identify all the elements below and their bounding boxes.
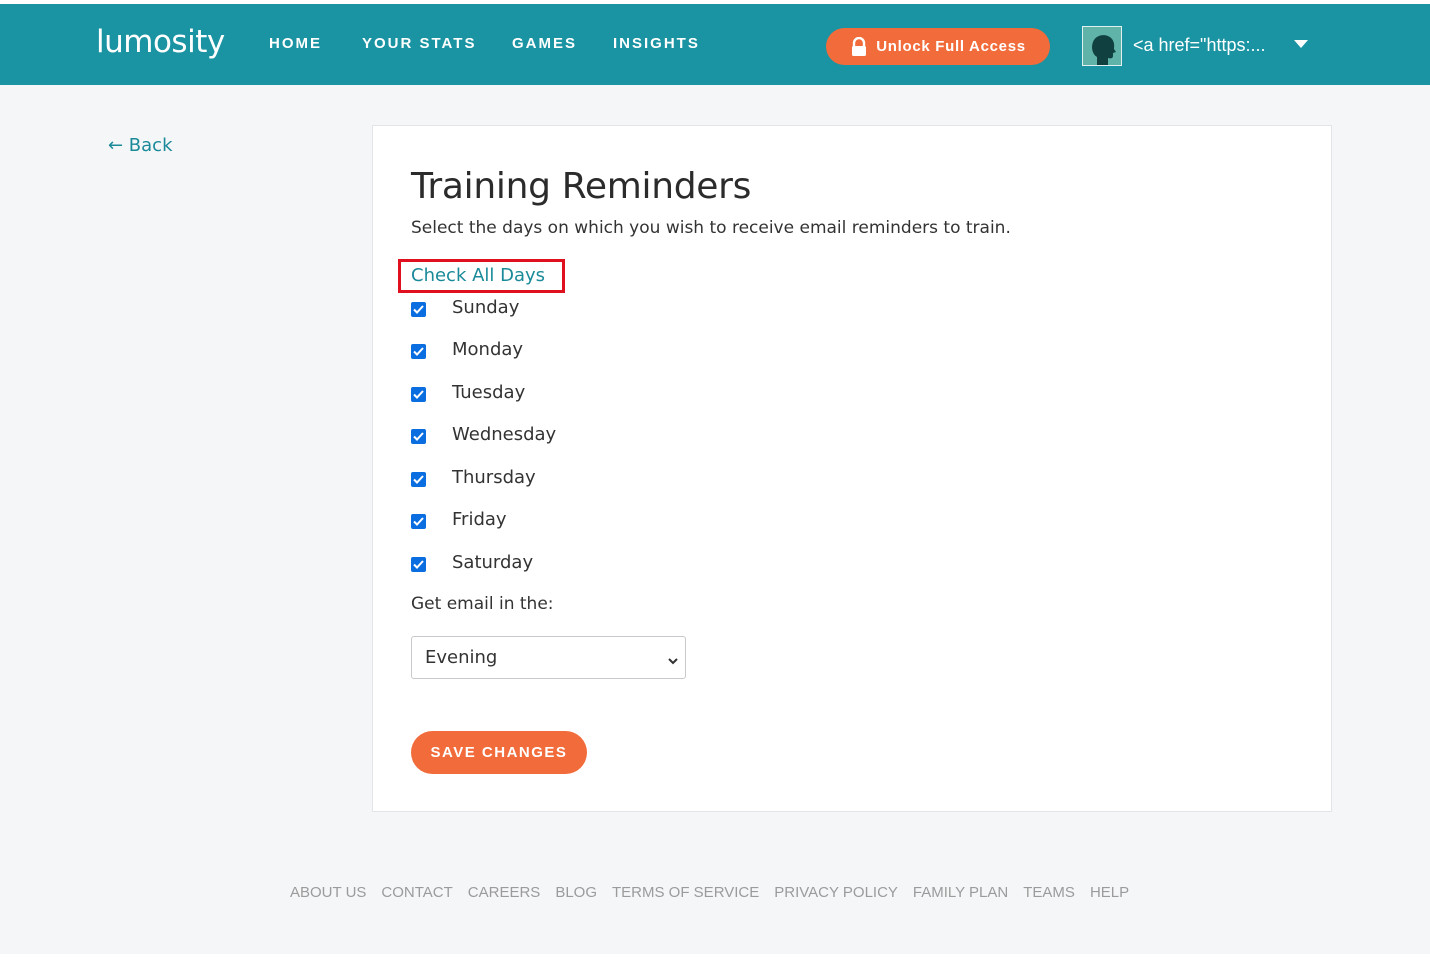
day-row-monday: Monday bbox=[411, 339, 523, 363]
email-time-value: Evening bbox=[425, 647, 498, 668]
day-label: Tuesday bbox=[452, 382, 526, 403]
day-row-tuesday: Tuesday bbox=[411, 382, 525, 406]
checkmark-icon bbox=[413, 304, 424, 314]
footer-terms[interactable]: TERMS OF SERVICE bbox=[612, 884, 759, 901]
head-silhouette-icon bbox=[1083, 27, 1121, 65]
back-link[interactable]: ← Back bbox=[108, 135, 173, 156]
checkmark-icon bbox=[413, 389, 424, 399]
day-label: Thursday bbox=[452, 467, 536, 488]
nav-home[interactable]: HOME bbox=[269, 35, 322, 52]
day-label: Saturday bbox=[452, 552, 534, 573]
footer-teams[interactable]: TEAMS bbox=[1023, 884, 1075, 901]
checkmark-icon bbox=[413, 559, 424, 569]
day-row-friday: Friday bbox=[411, 509, 507, 533]
email-time-label: Get email in the: bbox=[411, 594, 554, 614]
checkmark-icon bbox=[413, 516, 424, 526]
day-row-sunday: Sunday bbox=[411, 297, 519, 321]
save-changes-button[interactable]: SAVE CHANGES bbox=[411, 731, 587, 774]
chevron-down-icon[interactable] bbox=[1294, 40, 1308, 48]
footer-about-us[interactable]: ABOUT US bbox=[290, 884, 366, 901]
checkmark-icon bbox=[413, 431, 424, 441]
day-label: Wednesday bbox=[452, 424, 557, 445]
chevron-down-icon bbox=[667, 652, 679, 665]
footer-contact[interactable]: CONTACT bbox=[381, 884, 452, 901]
top-navbar: lumosity HOME YOUR STATS GAMES INSIGHTS … bbox=[0, 4, 1430, 85]
day-label: Friday bbox=[452, 509, 507, 530]
monday-checkbox[interactable] bbox=[411, 343, 426, 359]
footer-blog[interactable]: BLOG bbox=[555, 884, 597, 901]
friday-checkbox[interactable] bbox=[411, 513, 426, 529]
checkmark-icon bbox=[413, 474, 424, 484]
thursday-checkbox[interactable] bbox=[411, 471, 426, 487]
nav-games[interactable]: GAMES bbox=[512, 35, 577, 52]
saturday-checkbox[interactable] bbox=[411, 556, 426, 572]
footer-links: ABOUT US CONTACT CAREERS BLOG TERMS OF S… bbox=[290, 884, 1144, 901]
footer-careers[interactable]: CAREERS bbox=[468, 884, 541, 901]
nav-insights[interactable]: INSIGHTS bbox=[613, 35, 700, 52]
footer-help[interactable]: HELP bbox=[1090, 884, 1129, 901]
footer-family-plan[interactable]: FAMILY PLAN bbox=[913, 884, 1008, 901]
footer-privacy[interactable]: PRIVACY POLICY bbox=[774, 884, 898, 901]
training-reminders-card: Training Reminders Select the days on wh… bbox=[372, 125, 1332, 812]
day-label: Sunday bbox=[452, 297, 520, 318]
checkmark-icon bbox=[413, 346, 424, 356]
nav-your-stats[interactable]: YOUR STATS bbox=[362, 35, 476, 52]
lock-icon bbox=[850, 36, 868, 57]
unlock-full-access-button[interactable]: Unlock Full Access bbox=[826, 28, 1050, 65]
page-title: Training Reminders bbox=[411, 166, 752, 207]
day-label: Monday bbox=[452, 339, 524, 360]
day-row-thursday: Thursday bbox=[411, 467, 536, 491]
lumosity-logo[interactable]: lumosity bbox=[96, 24, 225, 60]
page-subtitle: Select the days on which you wish to rec… bbox=[411, 218, 1011, 238]
user-name[interactable]: <a href="https:... bbox=[1133, 35, 1265, 56]
unlock-label: Unlock Full Access bbox=[876, 38, 1026, 55]
tuesday-checkbox[interactable] bbox=[411, 386, 426, 402]
avatar[interactable] bbox=[1082, 26, 1122, 66]
day-row-wednesday: Wednesday bbox=[411, 424, 556, 448]
check-all-days-link[interactable]: Check All Days bbox=[411, 265, 545, 286]
bottom-strip bbox=[0, 954, 1430, 958]
day-row-saturday: Saturday bbox=[411, 552, 533, 576]
wednesday-checkbox[interactable] bbox=[411, 428, 426, 444]
email-time-select[interactable]: Evening bbox=[411, 636, 686, 679]
sunday-checkbox[interactable] bbox=[411, 301, 426, 317]
